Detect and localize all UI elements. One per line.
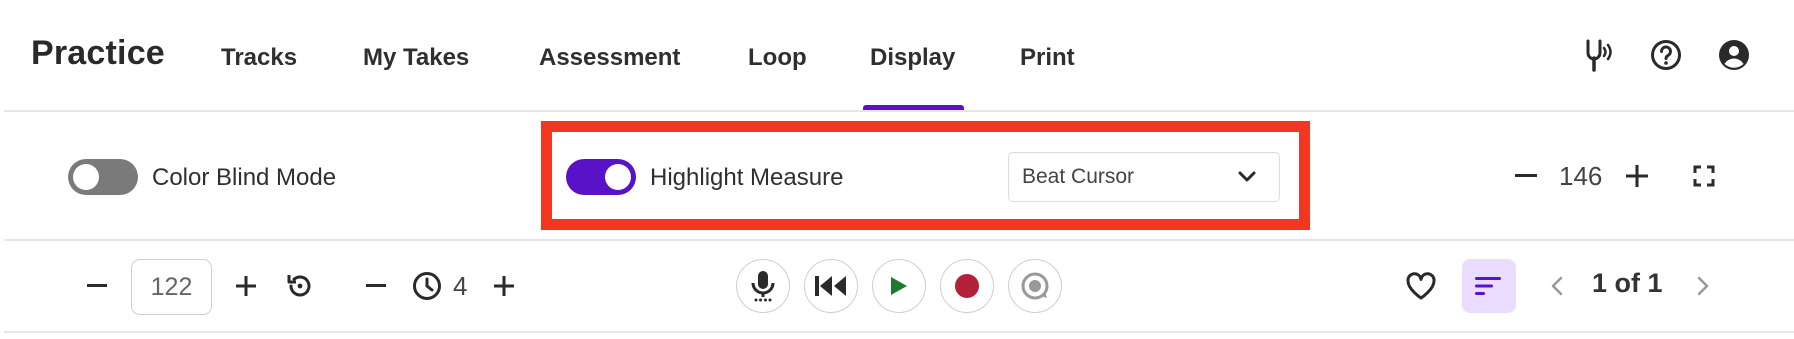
sort-icon [1475, 277, 1501, 295]
color-blind-toggle[interactable] [68, 159, 138, 195]
tab-assessment[interactable]: Assessment [539, 44, 680, 72]
fullscreen-icon[interactable] [1690, 162, 1718, 190]
skip-back-button[interactable] [804, 259, 858, 313]
settings-divider [4, 239, 1794, 241]
highlight-measure-toggle[interactable] [566, 159, 636, 195]
account-icon[interactable] [1714, 35, 1754, 75]
previous-page-icon[interactable] [1546, 272, 1568, 300]
tab-display[interactable]: Display [870, 44, 955, 72]
play-button[interactable] [872, 259, 926, 313]
cursor-type-value: Beat Cursor [1022, 165, 1135, 188]
tempo-decrease-button[interactable] [82, 268, 112, 304]
count-in-decrease-button[interactable] [361, 268, 391, 304]
reset-tempo-icon[interactable] [284, 270, 316, 302]
tempo-increase-button[interactable] [231, 268, 261, 304]
bottom-divider [4, 331, 1794, 333]
color-blind-label: Color Blind Mode [152, 164, 337, 191]
highlight-measure-label: Highlight Measure [650, 164, 844, 191]
next-page-icon[interactable] [1692, 272, 1714, 300]
practice-page: Practice Tracks My Takes Assessment Loop… [0, 0, 1794, 339]
tab-loop[interactable]: Loop [748, 44, 807, 72]
record-icon [955, 274, 979, 298]
tempo-input[interactable]: 122 [131, 259, 212, 315]
help-icon[interactable] [1646, 35, 1686, 75]
microphone-icon [751, 271, 775, 302]
play-icon [891, 277, 907, 295]
zoom-decrease-button[interactable] [1509, 158, 1543, 194]
tuning-fork-icon[interactable] [1578, 35, 1618, 75]
loop-record-button[interactable] [1008, 259, 1062, 313]
count-in-increase-button[interactable] [489, 268, 519, 304]
pagination-label: 1 of 1 [1592, 268, 1663, 298]
loop-record-icon [1021, 272, 1049, 300]
tab-print[interactable]: Print [1020, 44, 1075, 72]
clock-icon [411, 270, 443, 302]
chevron-down-icon [1238, 171, 1256, 182]
tab-my-takes[interactable]: My Takes [363, 44, 469, 72]
record-button[interactable] [940, 259, 994, 313]
favorite-icon[interactable] [1402, 268, 1440, 304]
zoom-value: 146 [1559, 161, 1603, 191]
page-title: Practice [31, 34, 165, 72]
microphone-button[interactable] [736, 259, 790, 313]
cursor-type-select[interactable]: Beat Cursor [1008, 152, 1280, 202]
count-in-value: 4 [453, 271, 468, 301]
header-divider [4, 110, 1794, 112]
skip-back-icon [815, 276, 846, 296]
sort-filter-button[interactable] [1462, 259, 1516, 313]
tab-tracks[interactable]: Tracks [221, 44, 297, 72]
zoom-increase-button[interactable] [1620, 158, 1654, 194]
